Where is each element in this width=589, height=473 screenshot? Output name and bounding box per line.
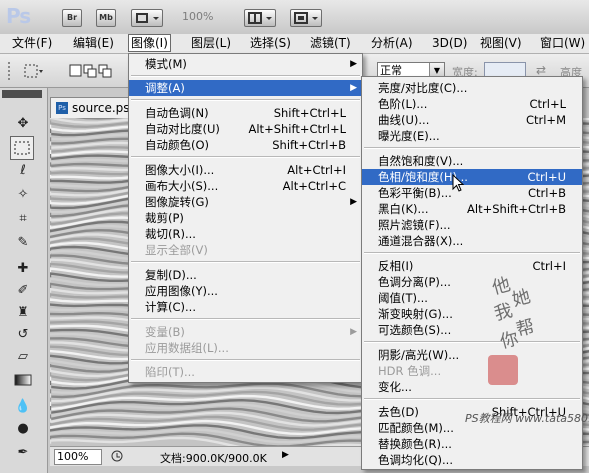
- selection-mode-buttons[interactable]: [68, 62, 126, 80]
- eyedropper-tool-icon[interactable]: ✎: [12, 232, 34, 254]
- menu-item-channel-mixer[interactable]: 通道混合器(X)...: [362, 233, 582, 249]
- menu-select[interactable]: 选择(S): [248, 35, 293, 51]
- status-menu-arrow-icon[interactable]: ▶: [282, 450, 289, 460]
- menu-item-shadows-highlights[interactable]: 阴影/高光(W)...: [362, 347, 582, 363]
- menu-item-vibrance[interactable]: 自然饱和度(V)...: [362, 153, 582, 169]
- menu-item-photo-filter[interactable]: 照片滤镜(F)...: [362, 217, 582, 233]
- submenu-arrow-icon: ▶: [350, 83, 357, 93]
- menu-item-crop[interactable]: 裁剪(P): [129, 210, 362, 226]
- image-menu: 模式(M) ▶ 调整(A) ▶ 自动色调(N) Shift+Ctrl+L 自动对比度(…: [128, 53, 363, 383]
- menu-item-apply-image[interactable]: 应用图像(Y)...: [129, 283, 362, 299]
- document-tab[interactable]: Ps source.ps: [50, 97, 134, 119]
- submenu-arrow-icon: ▶: [350, 327, 357, 337]
- photoshop-logo: Ps: [6, 4, 31, 28]
- watermark-seal: [488, 355, 518, 385]
- marquee-tool-icon[interactable]: [10, 136, 34, 160]
- healing-brush-tool-icon[interactable]: ✚: [12, 258, 34, 280]
- document-size-info: 文档:900.0K/900.0K: [160, 452, 267, 465]
- menu-item-calculations[interactable]: 计算(C)...: [129, 299, 362, 315]
- zoom-level[interactable]: 100%: [182, 10, 213, 23]
- clone-stamp-tool-icon[interactable]: ♜: [12, 302, 34, 324]
- menu-item-selective-color[interactable]: 可选颜色(S)...: [362, 322, 582, 338]
- dodge-tool-icon[interactable]: ●: [12, 418, 34, 440]
- menu-item-duplicate[interactable]: 复制(D)...: [129, 267, 362, 283]
- move-tool-icon[interactable]: ✥: [12, 113, 34, 135]
- history-brush-tool-icon[interactable]: ↺: [12, 324, 34, 346]
- menu-item-trim[interactable]: 裁切(R)...: [129, 226, 362, 242]
- submenu-arrow-icon: ▶: [350, 197, 357, 207]
- swap-icon[interactable]: ⇄: [536, 63, 546, 77]
- menu-filter[interactable]: 滤镜(T): [308, 35, 353, 51]
- menu-item-equalize[interactable]: 色调均化(Q)...: [362, 452, 582, 468]
- menu-item-posterize[interactable]: 色调分离(P)...: [362, 274, 582, 290]
- view-extras-button[interactable]: [131, 9, 163, 27]
- menu-window[interactable]: 窗口(W): [538, 35, 587, 51]
- menu-item-curves[interactable]: 曲线(U)... Ctrl+M: [362, 112, 582, 128]
- menu-item-color-balance[interactable]: 色彩平衡(B)... Ctrl+B: [362, 185, 582, 201]
- crop-tool-icon[interactable]: ⌗: [12, 208, 34, 230]
- application-bar: Ps Br Mb 100%: [0, 0, 589, 35]
- menu-item-auto-tone[interactable]: 自动色调(N) Shift+Ctrl+L: [129, 105, 362, 121]
- menu-item-hue-saturation[interactable]: 色相/饱和度(H)... Ctrl+U: [362, 169, 582, 185]
- menu-item-threshold[interactable]: 阈值(T)...: [362, 290, 582, 306]
- toolbox-header[interactable]: [2, 90, 42, 98]
- menu-item-exposure[interactable]: 曝光度(E)...: [362, 128, 582, 144]
- eraser-tool-icon[interactable]: ▱: [12, 346, 34, 368]
- menu-item-levels[interactable]: 色阶(L)... Ctrl+L: [362, 96, 582, 112]
- magic-wand-tool-icon[interactable]: ✧: [12, 184, 34, 206]
- menu-item-mode[interactable]: 模式(M) ▶: [129, 56, 362, 72]
- screen-mode-button[interactable]: [290, 9, 322, 27]
- screen-mode-icon: [294, 12, 318, 24]
- document-title: source.ps: [72, 101, 130, 115]
- menu-item-canvas-size[interactable]: 画布大小(S)... Alt+Ctrl+C: [129, 178, 362, 194]
- menu-view[interactable]: 视图(V): [478, 35, 524, 51]
- menu-bar: 文件(F) 编辑(E) 图像(I) 图层(L) 选择(S) 滤镜(T) 分析(A…: [0, 34, 589, 54]
- menu-item-auto-color[interactable]: 自动颜色(O) Shift+Ctrl+B: [129, 137, 362, 153]
- submenu-arrow-icon: ▶: [350, 59, 357, 69]
- menu-item-invert[interactable]: 反相(I) Ctrl+I: [362, 258, 582, 274]
- grid-layout-icon: [248, 12, 272, 24]
- menu-item-gradient-map[interactable]: 渐变映射(G)...: [362, 306, 582, 322]
- psd-file-icon: Ps: [56, 102, 68, 114]
- menu-layer[interactable]: 图层(L): [189, 35, 233, 51]
- menu-3d[interactable]: 3D(D): [430, 35, 469, 51]
- pen-tool-icon[interactable]: ✒: [12, 442, 34, 464]
- menu-item-trap: 陷印(T)...: [145, 365, 195, 379]
- watermark-site: PS教程网 www.tata580.com: [465, 412, 589, 425]
- menu-item-adjust[interactable]: 调整(A) ▶: [129, 80, 362, 96]
- status-icon[interactable]: [110, 449, 124, 463]
- lasso-tool-icon[interactable]: ℓ: [12, 160, 34, 182]
- film-icon: [136, 13, 159, 23]
- menu-item-auto-contrast[interactable]: 自动对比度(U) Alt+Shift+Ctrl+L: [129, 121, 362, 137]
- mouse-cursor-icon: [452, 173, 466, 194]
- brush-tool-icon[interactable]: ✐: [12, 280, 34, 302]
- bridge-button[interactable]: Br: [62, 9, 82, 27]
- options-grip[interactable]: [8, 62, 14, 80]
- zoom-field[interactable]: 100%: [54, 449, 102, 465]
- marquee-preset-icon[interactable]: [22, 62, 44, 80]
- menu-item-hdr-toning: HDR 色调...: [378, 364, 442, 378]
- gradient-tool-icon[interactable]: [12, 369, 34, 391]
- arrange-documents-button[interactable]: [244, 9, 276, 27]
- menu-item-image-size[interactable]: 图像大小(I)... Alt+Ctrl+I: [129, 162, 362, 178]
- menu-file[interactable]: 文件(F): [10, 35, 54, 51]
- menu-item-replace-color[interactable]: 替换颜色(R)...: [362, 436, 582, 452]
- menu-item-variations[interactable]: 变化...: [362, 379, 582, 395]
- menu-item-variables: 变量(B) ▶: [145, 325, 357, 339]
- menu-item-image-rotation[interactable]: 图像旋转(G) ▶: [129, 194, 362, 210]
- mini-bridge-button[interactable]: Mb: [96, 9, 116, 27]
- blur-tool-icon[interactable]: 💧: [12, 396, 34, 418]
- menu-analysis[interactable]: 分析(A): [369, 35, 415, 51]
- menu-item-reveal-all: 显示全部(V): [145, 243, 208, 257]
- menu-image[interactable]: 图像(I): [128, 34, 171, 52]
- menu-item-black-white[interactable]: 黑白(K)... Alt+Shift+Ctrl+B: [362, 201, 582, 217]
- menu-edit[interactable]: 编辑(E): [71, 35, 116, 51]
- menu-item-brightness-contrast[interactable]: 亮度/对比度(C)...: [362, 80, 582, 96]
- menu-item-apply-data-set: 应用数据组(L)...: [145, 341, 229, 355]
